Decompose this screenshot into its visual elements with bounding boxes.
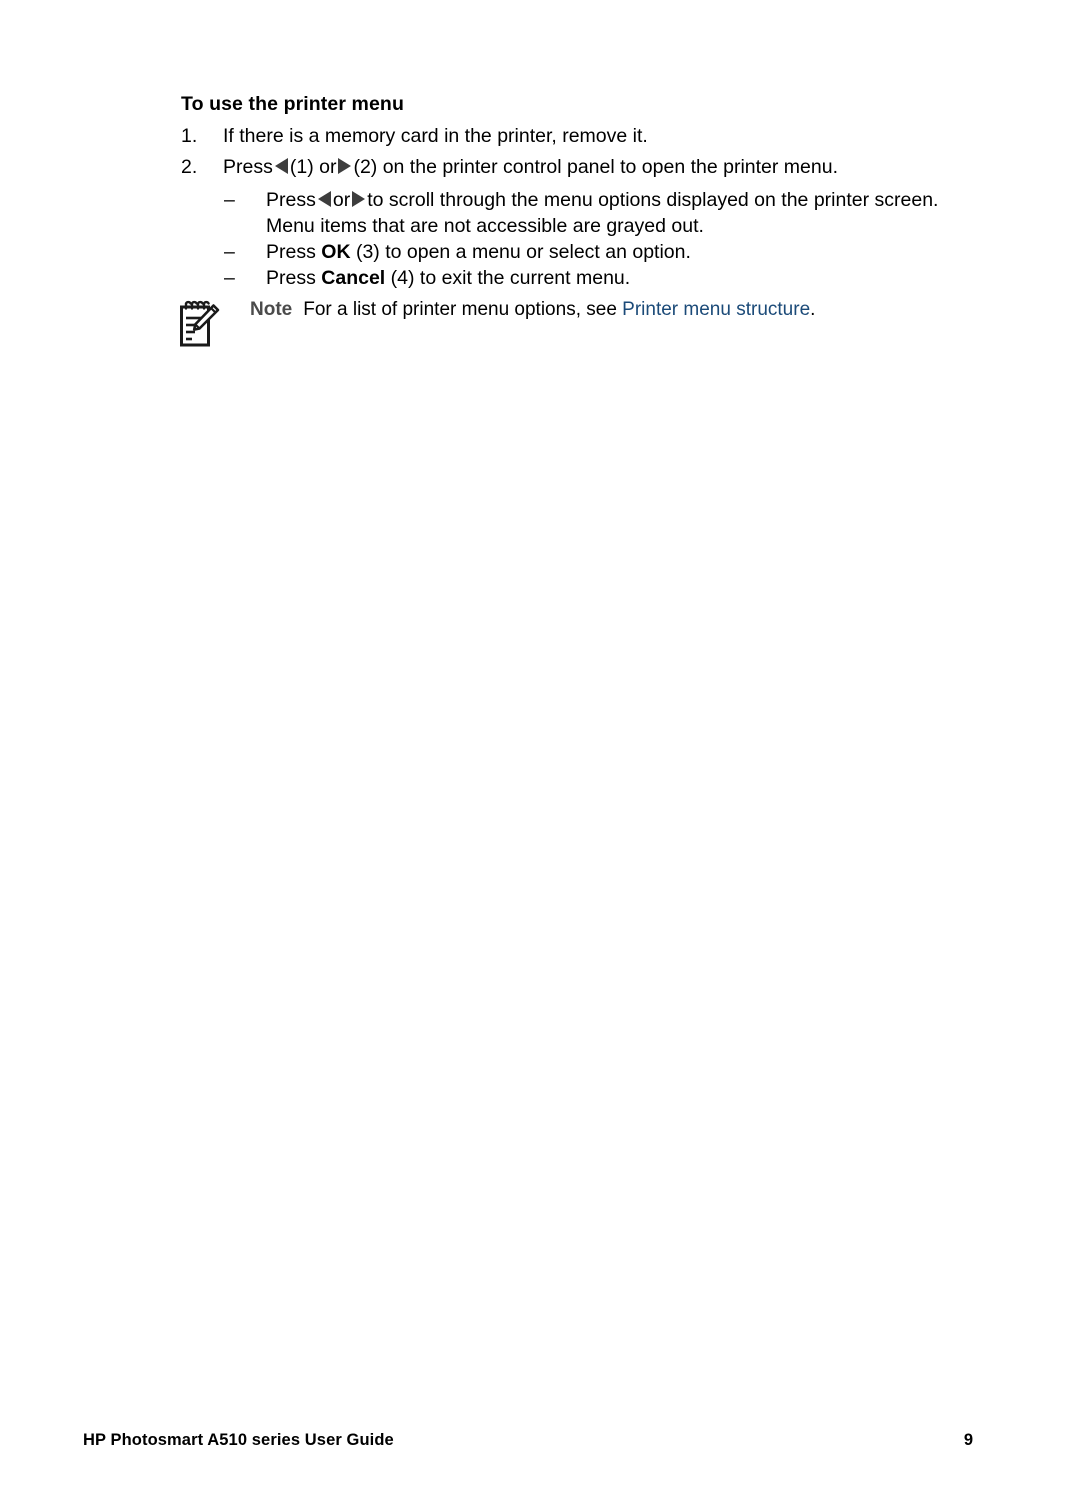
substep-prefix: Press	[266, 267, 316, 289]
note-text: For a list of printer menu options, see	[303, 299, 617, 320]
button-name-cancel: Cancel	[321, 267, 386, 289]
substep-text-line2: Menu items that are not accessible are g…	[266, 215, 704, 237]
note-body: Note For a list of printer menu options, …	[250, 296, 815, 323]
step-text-middle: (1) or	[289, 156, 337, 178]
triangle-left-icon	[317, 191, 331, 207]
list-item: – Press OK (3) to open a menu or select …	[224, 239, 981, 265]
dash-sub-list: – Press or to scroll through the menu opti…	[181, 187, 981, 291]
note-label: Note	[250, 299, 293, 320]
step-number: 2.	[181, 156, 198, 178]
button-name-ok: OK	[321, 241, 351, 263]
step-text-prefix: Press	[223, 156, 273, 178]
substep-text: Press OK (3) to open a menu or select an…	[266, 239, 981, 265]
triangle-right-icon	[352, 191, 366, 207]
substep-prefix: Press	[266, 189, 316, 211]
substep-text: Press or to scroll through the menu option…	[266, 187, 981, 213]
footer-title: HP Photosmart A510 series User Guide	[83, 1431, 394, 1449]
step-text: If there is a memory card in the printer…	[223, 125, 648, 147]
substep-conjunction: or	[332, 189, 351, 211]
note-trailing-period: .	[810, 299, 816, 320]
footer-page-number: 9	[963, 1431, 973, 1449]
dash-marker: –	[224, 267, 235, 289]
list-item: – Press or to scroll through the menu opti…	[224, 187, 981, 239]
page-content: To use the printer menu 1. If there is a…	[181, 92, 981, 291]
substep-prefix: Press	[266, 241, 316, 263]
substep-suffix: (4) to exit the current menu.	[390, 267, 631, 289]
triangle-left-icon	[274, 158, 288, 174]
document-page: To use the printer menu 1. If there is a…	[0, 0, 1080, 1495]
page-footer: HP Photosmart A510 series User Guide 9	[83, 1429, 997, 1455]
cross-reference-link[interactable]: Printer menu structure	[622, 299, 810, 320]
page-title: To use the printer menu	[181, 93, 404, 115]
list-item: 2. Press (1) or (2) on the printer control…	[181, 152, 981, 183]
note-callout: Note For a list of printer menu options, …	[178, 296, 988, 356]
list-item: 1. If there is a memory card in the prin…	[181, 121, 981, 152]
substep-text: Press Cancel (4) to exit the current men…	[266, 265, 981, 291]
substep-suffix: (3) to open a menu or select an option.	[355, 241, 691, 263]
triangle-right-icon	[338, 158, 352, 174]
substep-suffix: to scroll through the menu options displ…	[367, 189, 939, 211]
numbered-step-list: 1. If there is a memory card in the prin…	[181, 121, 981, 183]
step-number: 1.	[181, 125, 198, 147]
dash-marker: –	[224, 189, 235, 211]
step-text-suffix: (2) on the printer control panel to open…	[353, 156, 838, 178]
step-text: Press (1) or (2) on the printer control pa…	[223, 156, 838, 178]
note-pencil-icon	[178, 298, 220, 348]
dash-marker: –	[224, 241, 235, 263]
list-item: – Press Cancel (4) to exit the current m…	[224, 265, 981, 291]
